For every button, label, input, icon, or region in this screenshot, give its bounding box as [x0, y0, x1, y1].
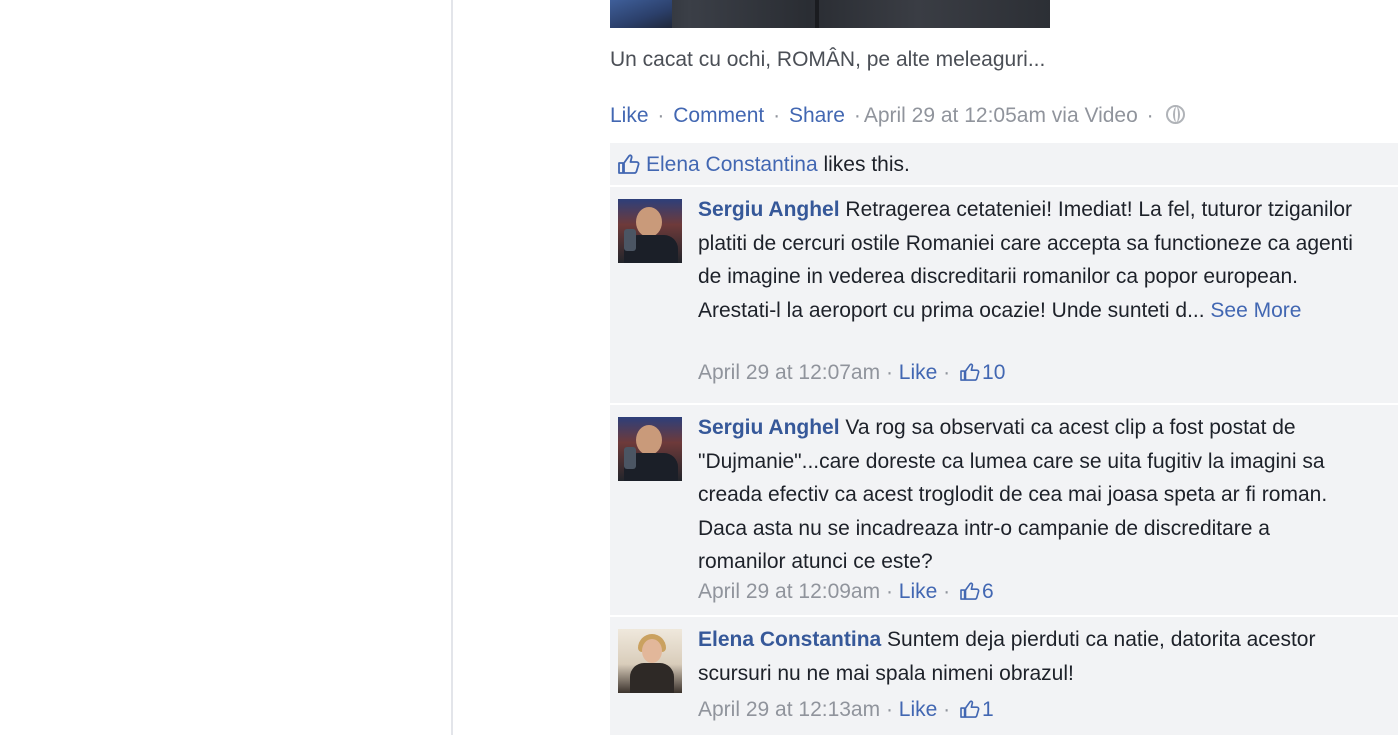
- comment-like-count[interactable]: 6: [982, 580, 994, 603]
- video-frame-detail: [610, 0, 672, 28]
- share-link[interactable]: Share: [789, 104, 845, 127]
- thumbs-up-icon[interactable]: [960, 582, 980, 600]
- separator: ·: [885, 361, 893, 384]
- comment-link[interactable]: Comment: [673, 104, 764, 127]
- post-actions: Like · Comment · Share · April 29 at 12:0…: [610, 104, 1186, 128]
- comment-like-count[interactable]: 10: [982, 361, 1005, 384]
- liker-name-link[interactable]: Elena Constantina: [646, 153, 818, 176]
- comment-author-link[interactable]: Sergiu Anghel: [698, 416, 840, 439]
- avatar-body: [630, 663, 674, 693]
- separator: ·: [773, 104, 781, 127]
- comment-author-link[interactable]: Sergiu Anghel: [698, 198, 840, 221]
- separator: ·: [657, 104, 665, 127]
- separator: ·: [853, 104, 861, 127]
- thumbs-up-icon: [618, 154, 640, 174]
- comment-item: Sergiu Anghel Va rog sa observati ca ace…: [610, 405, 1398, 617]
- comment-author-link[interactable]: Elena Constantina: [698, 628, 881, 651]
- avatar[interactable]: [618, 629, 682, 693]
- likes-summary-text: likes this.: [823, 153, 910, 176]
- thumbs-up-icon[interactable]: [960, 363, 980, 381]
- comment-meta: April 29 at 12:09am · Like · 6: [698, 580, 994, 604]
- comment-timestamp[interactable]: April 29 at 12:07am: [698, 361, 880, 384]
- avatar[interactable]: [618, 199, 682, 263]
- avatar-detail: [624, 447, 636, 469]
- public-audience-icon[interactable]: [1166, 105, 1186, 124]
- comment-item: Sergiu Anghel Retragerea cetateniei! Ime…: [610, 187, 1398, 405]
- separator: ·: [943, 580, 951, 603]
- thumbs-up-icon[interactable]: [960, 700, 980, 718]
- comment-meta: April 29 at 12:13am · Like · 1: [698, 698, 994, 722]
- separator: ·: [885, 698, 893, 721]
- separator: ·: [885, 580, 893, 603]
- avatar[interactable]: [618, 417, 682, 481]
- post-caption: Un cacat cu ochi, ROMÂN, pe alte meleagu…: [610, 48, 1046, 71]
- separator: ·: [1146, 104, 1154, 127]
- comment-timestamp[interactable]: April 29 at 12:13am: [698, 698, 880, 721]
- comment-body: Sergiu Anghel Retragerea cetateniei! Ime…: [698, 193, 1358, 327]
- left-column: [0, 0, 453, 735]
- comment-meta: April 29 at 12:07am · Like · 10: [698, 361, 1005, 385]
- avatar-face: [636, 207, 662, 237]
- comment-body: Elena Constantina Suntem deja pierduti c…: [698, 623, 1358, 690]
- separator: ·: [943, 698, 951, 721]
- comment-like-link[interactable]: Like: [899, 361, 938, 384]
- like-link[interactable]: Like: [610, 104, 649, 127]
- comment-body: Sergiu Anghel Va rog sa observati ca ace…: [698, 411, 1358, 579]
- comment-text: Va rog sa observati ca acest clip a fost…: [698, 416, 1328, 573]
- likes-summary: Elena Constantina likes this.: [610, 143, 1398, 187]
- separator: ·: [943, 361, 951, 384]
- comment-like-count[interactable]: 1: [982, 698, 994, 721]
- comment-thread: Elena Constantina likes this. Sergiu Ang…: [610, 143, 1398, 735]
- avatar-face: [636, 425, 662, 455]
- video-thumbnail[interactable]: [610, 0, 1050, 28]
- avatar-detail: [624, 229, 636, 251]
- avatar-face: [642, 639, 662, 663]
- see-more-link[interactable]: See More: [1210, 299, 1301, 322]
- video-frame-detail: [815, 0, 819, 28]
- comment-like-link[interactable]: Like: [899, 698, 938, 721]
- comment-like-link[interactable]: Like: [899, 580, 938, 603]
- post-timestamp[interactable]: April 29 at 12:05am via Video: [864, 104, 1138, 127]
- comment-item: Elena Constantina Suntem deja pierduti c…: [610, 617, 1398, 735]
- comment-timestamp[interactable]: April 29 at 12:09am: [698, 580, 880, 603]
